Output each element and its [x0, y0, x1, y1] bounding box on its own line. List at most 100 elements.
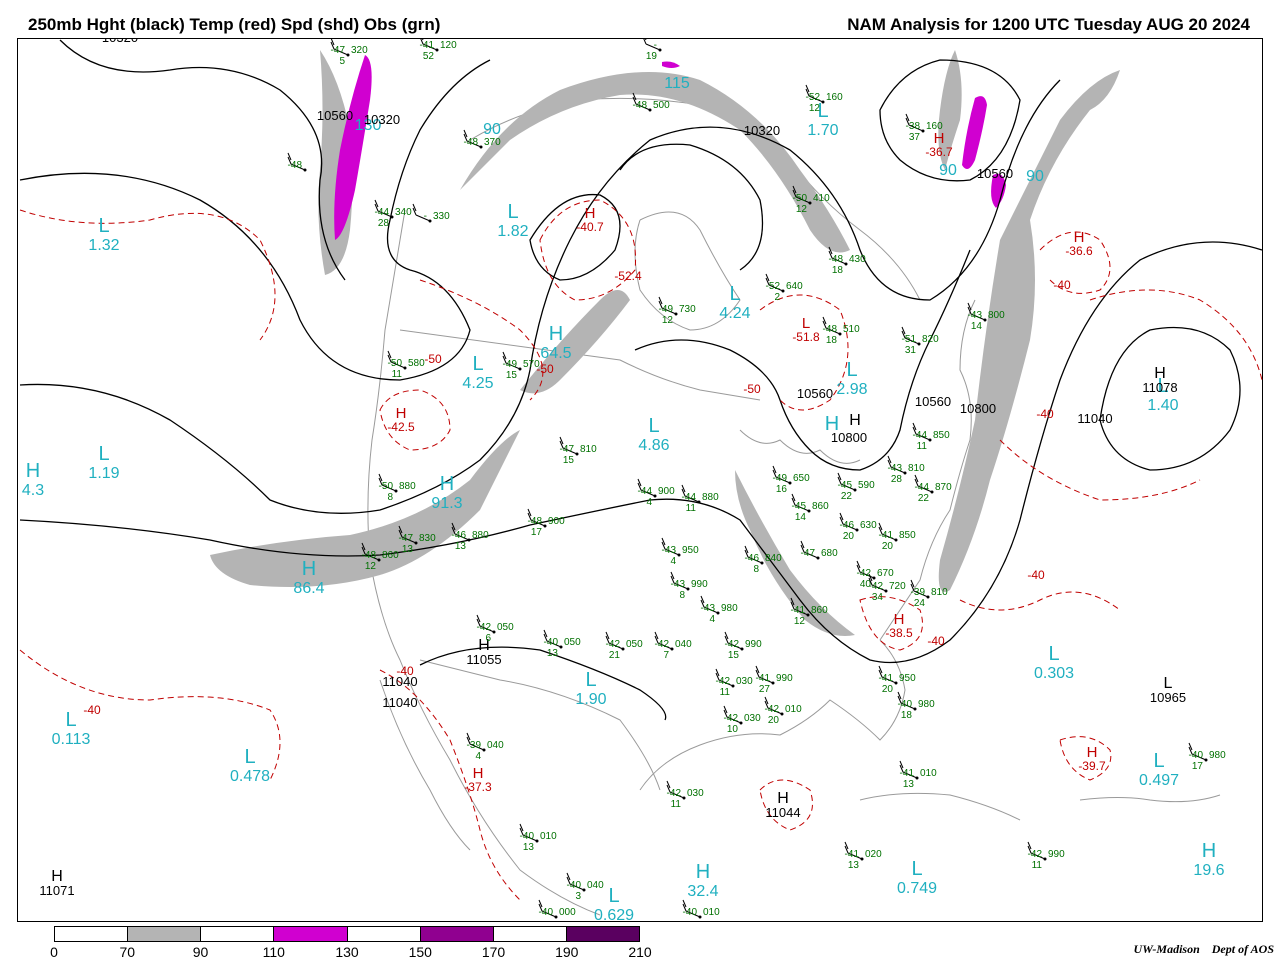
obs-height: 840 — [765, 553, 782, 564]
obs-temperature: -41 — [879, 530, 894, 541]
height-extremum-value: 10965 — [1150, 690, 1186, 705]
obs-dewpoint-depression: 6 — [485, 633, 491, 644]
obs-temperature: -47 — [801, 548, 816, 559]
obs-height: 980 — [1209, 750, 1226, 761]
obs-temperature: -42 — [857, 568, 872, 579]
obs-temperature: -48 — [633, 100, 648, 111]
obs-height: 880 — [399, 481, 416, 492]
obs-height: 020 — [865, 849, 882, 860]
obs-temperature: -41 — [420, 40, 435, 51]
obs-height: 320 — [351, 45, 368, 56]
obs-dewpoint-depression: 13 — [523, 842, 535, 853]
obs-dewpoint-depression: 7 — [663, 650, 669, 661]
obs-dewpoint-depression: 31 — [905, 345, 917, 356]
obs-height: 860 — [382, 550, 399, 561]
height-contour-label: 10320 — [744, 123, 780, 138]
colorbar-tick-label: 130 — [335, 944, 359, 960]
obs-dewpoint-depression: 11 — [720, 687, 731, 698]
obs-dewpoint-depression: 12 — [662, 315, 674, 326]
colorbar-segment — [201, 927, 275, 941]
obs-height: 880 — [702, 492, 719, 503]
temp-contour-label: -40 — [1027, 568, 1045, 582]
obs-dewpoint-depression: 4 — [709, 614, 715, 625]
obs-height: 160 — [826, 92, 843, 103]
temp-extremum-value: -39.7 — [1078, 759, 1106, 773]
obs-temperature: -45 — [792, 501, 807, 512]
obs-temperature: -44 — [638, 486, 653, 497]
obs-temperature: -51 — [902, 334, 917, 345]
colorbar-tick-label: 190 — [555, 944, 579, 960]
obs-height: 030 — [687, 788, 704, 799]
speed-extremum-value: 0.749 — [897, 880, 937, 897]
temp-extremum-value: -42.5 — [387, 420, 415, 434]
obs-temperature: -49 — [659, 304, 674, 315]
obs-height: 810 — [931, 587, 948, 598]
speed-extremum-value: 86.4 — [293, 580, 324, 597]
speed-extremum-value: 2.98 — [836, 381, 867, 398]
speed-extremum-marker: L — [472, 353, 483, 375]
speed-extremum-marker: H — [302, 558, 316, 580]
obs-temperature: -38 — [906, 121, 921, 132]
speed-extremum-marker: L — [846, 359, 857, 381]
obs-height: 670 — [877, 568, 894, 579]
obs-height: 410 — [813, 193, 830, 204]
colorbar-segment — [566, 927, 639, 941]
obs-dewpoint-depression: 24 — [914, 598, 926, 609]
speed-extremum-value: 4.24 — [719, 305, 750, 322]
obs-dewpoint-depression: 3 — [575, 891, 581, 902]
speed-colorbar — [54, 926, 640, 942]
obs-temperature: -40 — [683, 907, 698, 918]
obs-temperature: -40 — [1189, 750, 1204, 761]
speed-extremum-marker: H — [1202, 840, 1216, 862]
obs-temperature: -44 — [682, 492, 697, 503]
obs-temperature: -46 — [840, 520, 855, 531]
obs-dewpoint-depression: 13 — [455, 541, 467, 552]
speed-extremum-value: 1.70 — [807, 122, 838, 139]
obs-temperature: -43 — [671, 579, 686, 590]
speed-extremum-marker: L — [98, 443, 109, 465]
height-contour-label: 10320 — [364, 112, 400, 127]
speed-extremum-value: 0.478 — [230, 768, 270, 785]
obs-dewpoint-depression: 11 — [1032, 860, 1043, 871]
obs-height: 330 — [433, 211, 450, 222]
obs-dewpoint-depression: 11 — [917, 441, 928, 452]
obs-dewpoint-depression: 37 — [909, 132, 921, 143]
obs-height: 340 — [395, 207, 412, 218]
obs-temperature: -40 — [544, 637, 559, 648]
obs-temperature: -44 — [913, 430, 928, 441]
obs-height: 900 — [658, 486, 675, 497]
speed-extremum-marker: L — [648, 415, 659, 437]
speed-extremum-value: 4.25 — [462, 375, 493, 392]
obs-height: 010 — [540, 831, 557, 842]
obs-dewpoint-depression: 21 — [609, 650, 621, 661]
obs-dewpoint-depression: 4 — [670, 556, 676, 567]
obs-temperature: -47 — [399, 533, 414, 544]
obs-height: 990 — [1048, 849, 1065, 860]
obs-height: 430 — [849, 254, 866, 265]
obs-temperature: -50 — [379, 481, 394, 492]
credit: UW-Madison Dept of AOS — [1134, 942, 1274, 957]
obs-temperature: -42 — [716, 676, 731, 687]
obs-temperature: -40 — [520, 831, 535, 842]
obs-dewpoint-depression: 18 — [832, 265, 844, 276]
obs-height: 040 — [587, 880, 604, 891]
temp-extremum-value: -38.5 — [885, 626, 913, 640]
obs-dewpoint-depression: 19 — [646, 51, 658, 62]
obs-dewpoint-depression: 16 — [776, 484, 788, 495]
speed-extremum-value: 1.82 — [497, 223, 528, 240]
colorbar-tick-label: 110 — [262, 944, 285, 960]
obs-temperature: -50 — [793, 193, 808, 204]
speed-contour-label: 90 — [483, 121, 501, 138]
obs-height: 050 — [497, 622, 514, 633]
obs-dewpoint-depression: 10 — [727, 724, 739, 735]
colorbar-segment — [493, 927, 567, 941]
height-contour-label: 10320 — [102, 38, 138, 45]
obs-dewpoint-depression: 27 — [759, 684, 771, 695]
obs-temperature: -47 — [560, 444, 575, 455]
speed-extremum-value: 4.86 — [638, 437, 669, 454]
colorbar-tick-label: 150 — [408, 944, 432, 960]
obs-height: 900 — [548, 516, 565, 527]
obs-temperature: -42 — [765, 704, 780, 715]
obs-temperature: -43 — [662, 545, 677, 556]
obs-temperature: -50 — [388, 358, 403, 369]
